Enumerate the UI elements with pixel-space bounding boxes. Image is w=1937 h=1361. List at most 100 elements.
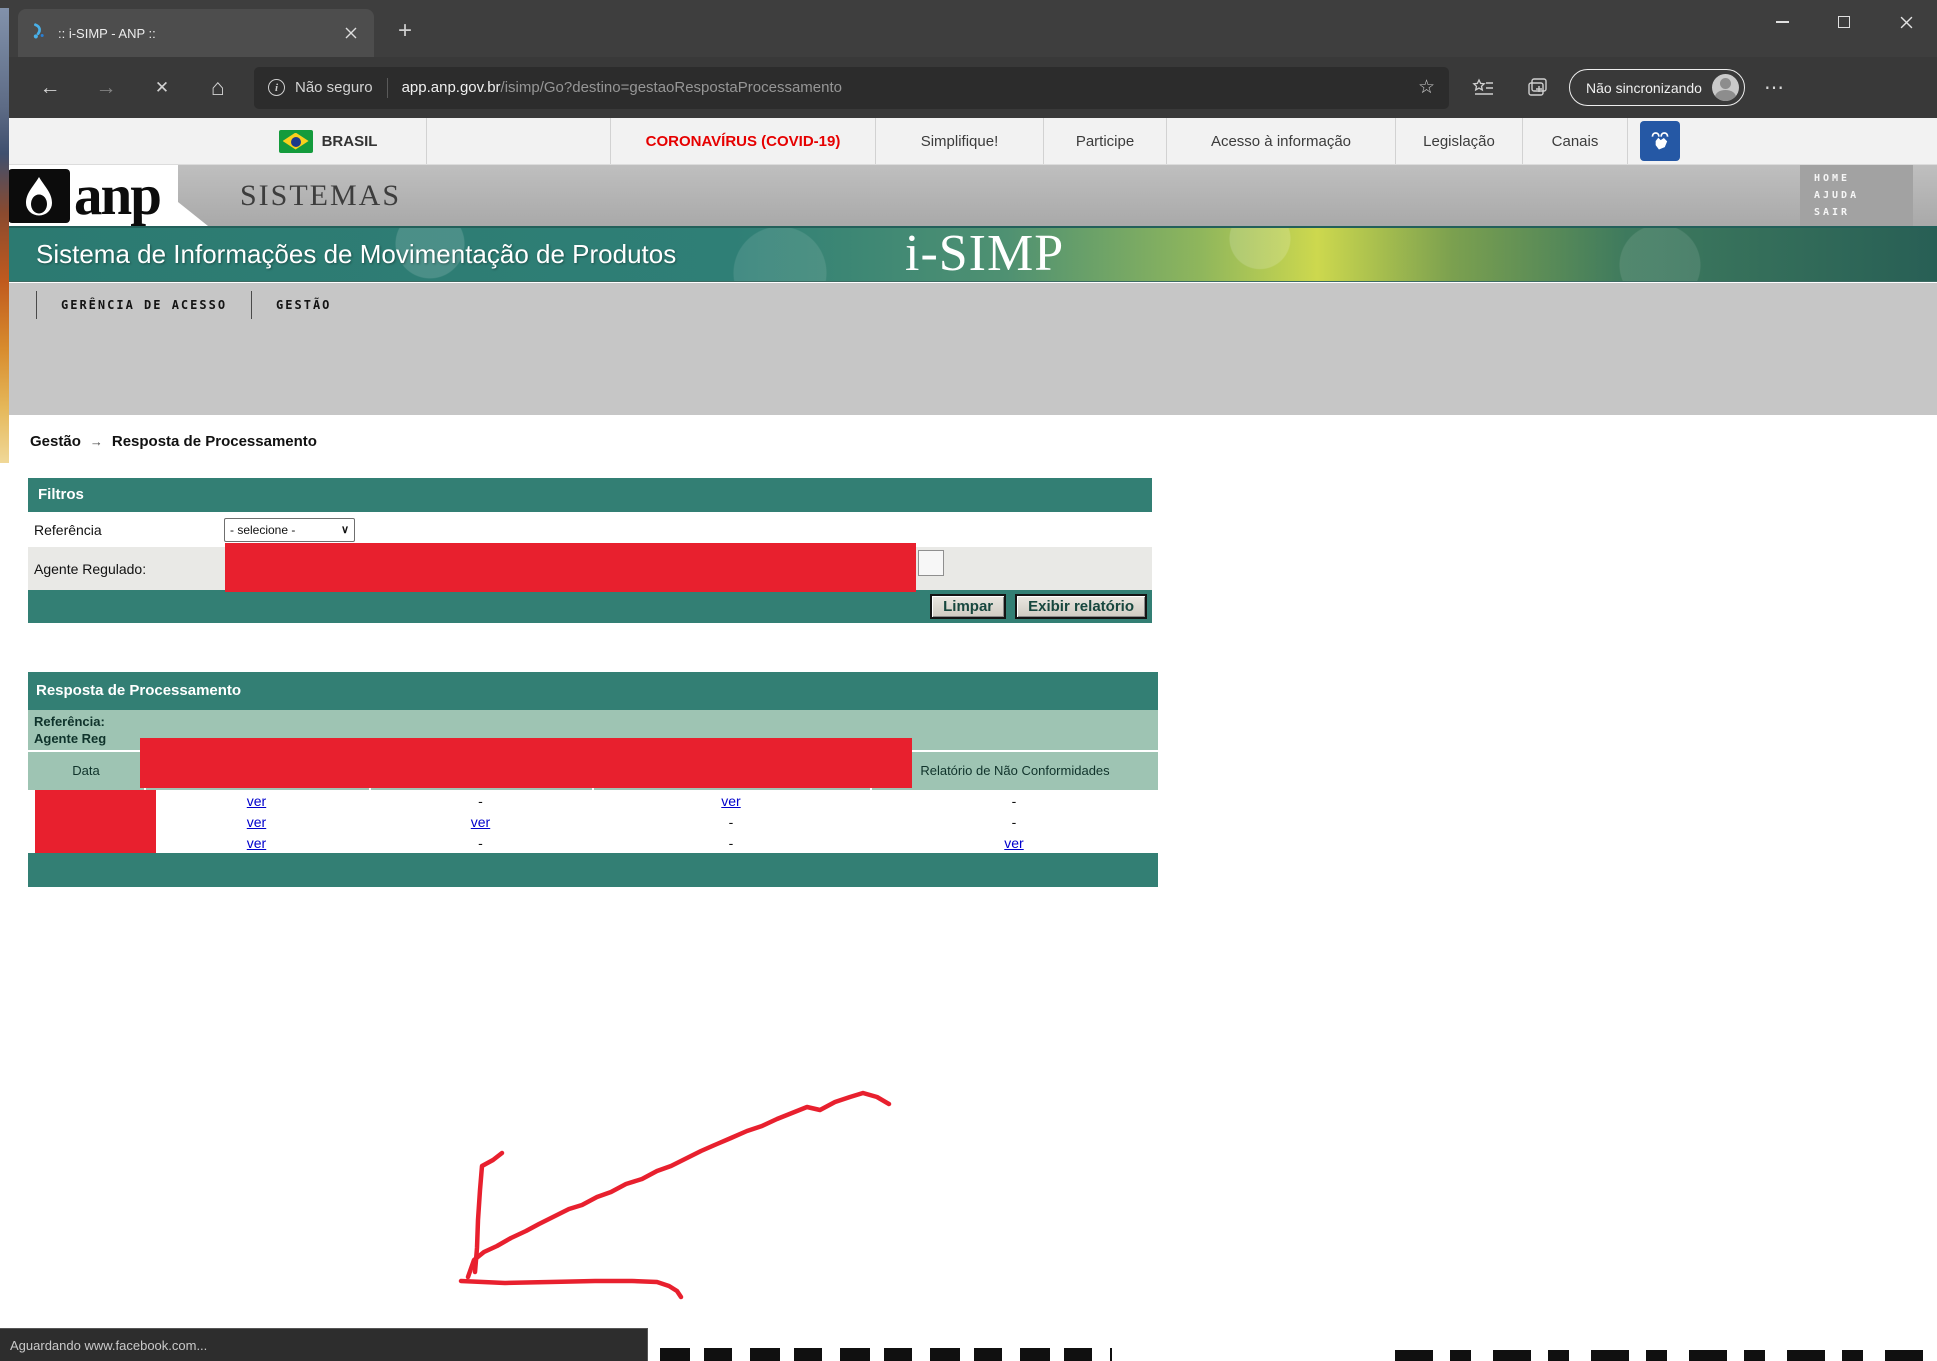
maximize-icon[interactable] — [1813, 0, 1875, 44]
minimize-icon[interactable] — [1751, 0, 1813, 44]
url-divider — [387, 78, 388, 98]
profile-button[interactable]: Não sincronizando — [1569, 69, 1745, 106]
agente-lookup-input[interactable] — [918, 550, 944, 576]
dash-value: - — [729, 814, 734, 830]
forward-icon[interactable]: → — [78, 68, 134, 108]
banner-title: Sistema de Informações de Movimentação d… — [36, 228, 676, 281]
add-favorite-star-icon[interactable]: ☆ — [1418, 76, 1435, 99]
breadcrumb-parent: Gestão — [30, 433, 81, 450]
redaction-agente-field — [225, 543, 916, 592]
security-label[interactable]: Não seguro — [295, 79, 373, 96]
quick-links-box: HOME AJUDA SAIR — [1800, 165, 1913, 226]
breadcrumb-current: Resposta de Processamento — [112, 433, 317, 450]
limpar-button[interactable]: Limpar — [930, 594, 1006, 619]
exibir-relatorio-button[interactable]: Exibir relatório — [1015, 594, 1147, 619]
address-bar[interactable]: i Não seguro app.anp.gov.br/isimp/Go?des… — [254, 67, 1449, 109]
gov-link-coronavirus[interactable]: CORONAVÍRUS (COVID-19) — [610, 118, 875, 164]
brazil-flag-icon — [279, 130, 313, 153]
url-path: /isimp/Go?destino=gestaoRespostaProcessa… — [501, 79, 842, 96]
gov-link-canais[interactable]: Canais — [1522, 118, 1627, 164]
ver-link[interactable]: ver — [721, 793, 740, 809]
home-icon[interactable]: ⌂ — [190, 68, 246, 108]
site-info-icon[interactable]: i — [268, 79, 285, 96]
browser-toolbar: ← → ✕ ⌂ i Não seguro app.anp.gov.br/isim… — [0, 57, 1937, 118]
system-banner: Sistema de Informações de Movimentação d… — [0, 226, 1937, 282]
gov-link-acesso-informacao[interactable]: Acesso à informação — [1166, 118, 1395, 164]
referencia-select[interactable]: - selecione - ∨ — [224, 518, 355, 542]
gov-link-simplifique[interactable]: Simplifique! — [875, 118, 1043, 164]
gov-link-participe[interactable]: Participe — [1043, 118, 1166, 164]
status-tooltip: Aguardando www.facebook.com... — [0, 1328, 648, 1361]
gov-link-legislacao[interactable]: Legislação — [1395, 118, 1522, 164]
gov-accessibility-cell — [1627, 118, 1937, 164]
tab-title: :: i-SIMP - ANP :: — [58, 26, 330, 41]
results-footer-bar — [28, 853, 1158, 887]
more-options-icon[interactable]: ⋯ — [1755, 75, 1795, 100]
clipped-text-fragment — [1395, 1350, 1927, 1361]
ver-link[interactable]: ver — [471, 814, 490, 830]
menu-divider — [36, 291, 37, 319]
tab-close-icon[interactable] — [340, 22, 362, 44]
ver-link[interactable]: ver — [247, 835, 266, 851]
results-body: ver - ver - ver ver - - ver - - ver — [28, 790, 1158, 853]
new-tab-button[interactable]: + — [388, 14, 422, 48]
menu-divider — [251, 291, 252, 319]
gov-spacer — [426, 118, 610, 164]
browser-tab[interactable]: :: i-SIMP - ANP :: — [18, 9, 374, 57]
redaction-data-column — [35, 790, 156, 853]
table-row: ver - ver - — [28, 790, 1158, 811]
filter-row-referencia: Referência - selecione - ∨ — [28, 512, 1152, 547]
url-host: app.anp.gov.br — [402, 79, 501, 96]
window-controls — [1751, 0, 1937, 44]
browser-titlebar: :: i-SIMP - ANP :: + — [0, 0, 1937, 57]
dash-value: - — [1012, 814, 1017, 830]
results-panel: Resposta de Processamento Referência: Ag… — [28, 672, 1158, 887]
filters-panel: Filtros Referência - selecione - ∨ Agent… — [28, 478, 1152, 623]
banner-brand: i-SIMP — [905, 226, 1064, 282]
back-icon[interactable]: ← — [22, 68, 78, 108]
ver-link[interactable]: ver — [247, 793, 266, 809]
stop-icon[interactable]: ✕ — [134, 68, 190, 108]
menu-item-gestao[interactable]: GESTÃO — [260, 298, 347, 312]
agente-regulado-label: Agente Regulado: — [28, 561, 224, 577]
filters-title: Filtros — [28, 478, 1152, 512]
url-text[interactable]: app.anp.gov.br/isimp/Go?destino=gestaoRe… — [402, 79, 1408, 96]
anp-drop-icon — [8, 169, 70, 223]
redaction-results-info — [140, 738, 912, 788]
libras-accessibility-icon[interactable] — [1640, 121, 1680, 161]
quick-link-ajuda[interactable]: AJUDA — [1814, 188, 1913, 203]
close-icon[interactable] — [1875, 0, 1937, 44]
favorites-bar-icon[interactable] — [1463, 68, 1503, 108]
sistemas-label: SISTEMAS — [240, 179, 401, 213]
chevron-down-icon: ∨ — [341, 523, 349, 536]
ver-link[interactable]: ver — [1004, 835, 1023, 851]
collections-icon[interactable] — [1517, 68, 1557, 108]
results-info: Referência: Agente Reg — [28, 710, 1158, 750]
dash-value: - — [729, 835, 734, 851]
anp-logo[interactable]: anp — [8, 165, 178, 226]
anp-app-header: SISTEMAS anp HOME AJUDA SAIR — [0, 165, 1937, 226]
table-row: ver - - ver — [28, 832, 1158, 853]
sistemas-bar: SISTEMAS — [178, 165, 1937, 226]
desktop-background-sliver — [0, 8, 9, 463]
dash-value: - — [478, 835, 483, 851]
gov-spacer — [0, 118, 230, 164]
quick-link-home[interactable]: HOME — [1814, 171, 1913, 186]
col-header-relatorio-nao-conformidades: Relatório de Não Conformidades — [870, 752, 1158, 790]
anp-logo-text: anp — [74, 171, 160, 221]
gov-header-bar: BRASIL CORONAVÍRUS (COVID-19) Simplifiqu… — [0, 118, 1937, 165]
gov-brand-brasil[interactable]: BRASIL — [230, 118, 426, 164]
menu-item-gerencia-de-acesso[interactable]: GERÊNCIA DE ACESSO — [45, 298, 243, 312]
quick-link-sair[interactable]: SAIR — [1814, 205, 1913, 220]
results-title: Resposta de Processamento — [28, 672, 1158, 710]
referencia-label: Referência — [28, 522, 224, 538]
main-menu: GERÊNCIA DE ACESSO GESTÃO — [0, 283, 1937, 327]
breadcrumb: Gestão → Resposta de Processamento — [30, 433, 317, 450]
page-content: Gestão → Resposta de Processamento Filtr… — [0, 415, 1937, 1361]
ver-link[interactable]: ver — [247, 814, 266, 830]
breadcrumb-arrow-icon: → — [90, 434, 103, 449]
clipped-text-fragment — [660, 1348, 1112, 1361]
col-header-data: Data — [28, 752, 144, 790]
filters-actions: Limpar Exibir relatório — [28, 590, 1152, 623]
dash-value: - — [478, 793, 483, 809]
